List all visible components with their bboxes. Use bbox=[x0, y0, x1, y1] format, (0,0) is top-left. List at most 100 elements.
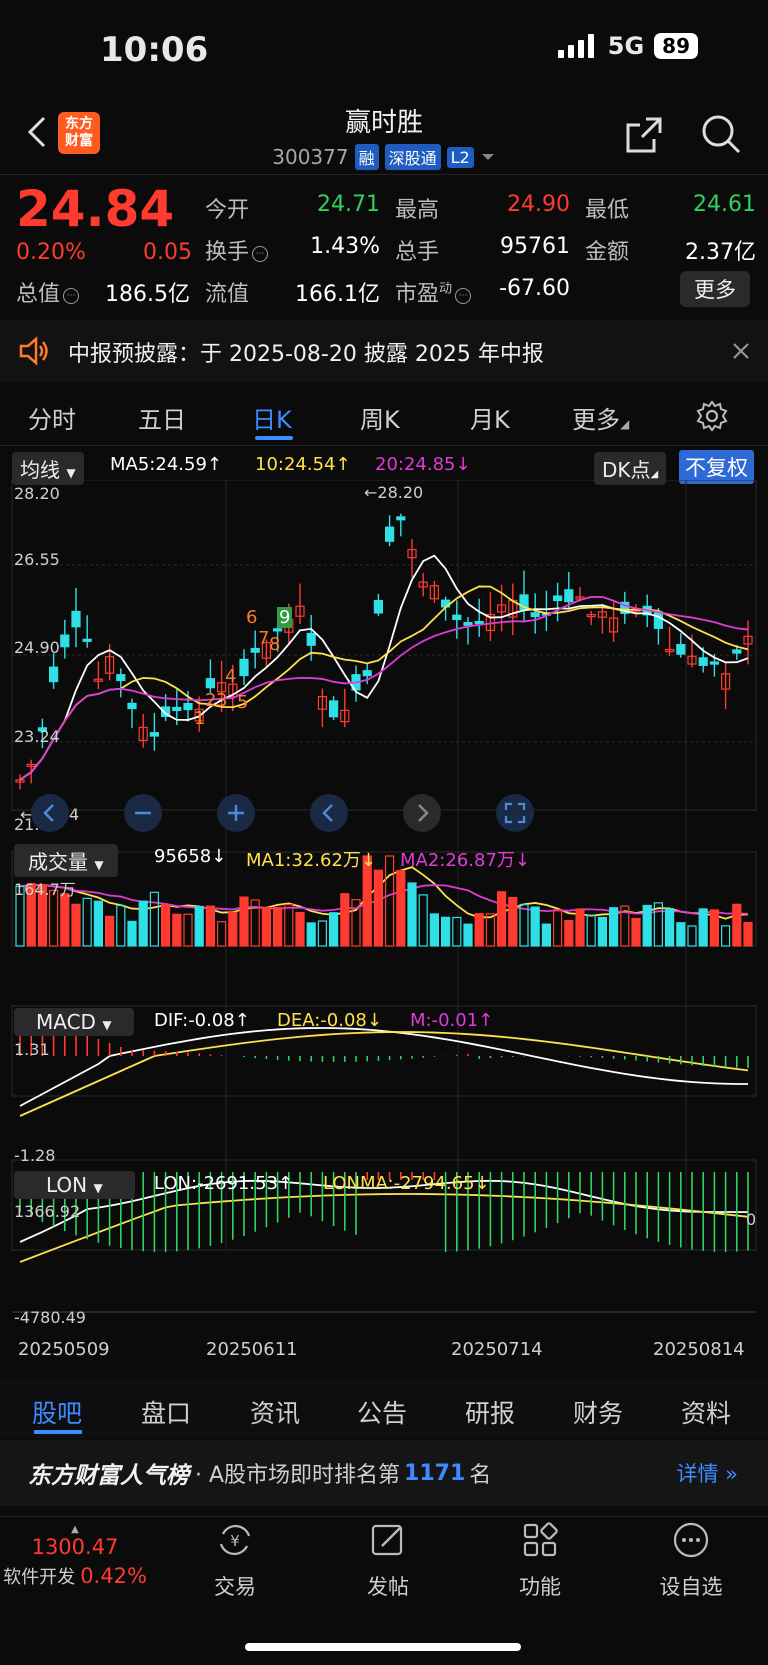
tag-connect: 深股通 bbox=[384, 144, 441, 170]
ma5-line bbox=[19, 554, 749, 781]
volume-bar bbox=[485, 913, 495, 947]
pe-value: -67.60 bbox=[499, 276, 570, 301]
rank-suffix: 名 bbox=[469, 1463, 492, 1488]
edit-icon bbox=[371, 1524, 403, 1556]
tag-margin: 融 bbox=[354, 144, 379, 170]
search-icon[interactable] bbox=[700, 113, 742, 155]
date-1: 20250509 bbox=[18, 1339, 110, 1360]
signal-8: 8 bbox=[269, 634, 281, 655]
tab-news[interactable]: 资讯 bbox=[250, 1394, 300, 1430]
volume-bar bbox=[608, 907, 619, 947]
candle-body bbox=[71, 610, 81, 628]
close-icon[interactable] bbox=[732, 342, 750, 360]
y-label-3: 24.90 bbox=[14, 638, 60, 657]
volume-bar bbox=[239, 896, 249, 947]
bottom-tab-indicator bbox=[34, 1430, 82, 1434]
index-widget[interactable]: ▲ 1300.47 软件开发 0.42% bbox=[0, 1524, 150, 1589]
chevron-left-icon[interactable] bbox=[309, 793, 349, 833]
nav-post[interactable]: 发帖 bbox=[333, 1520, 443, 1601]
fullscreen-icon[interactable] bbox=[495, 793, 535, 833]
float-cap-value: 166.1亿 bbox=[295, 282, 380, 307]
svg-text:¥: ¥ bbox=[230, 1532, 240, 1550]
chevron-right-icon[interactable] bbox=[402, 793, 442, 833]
candle-body bbox=[250, 647, 260, 653]
volume-bar bbox=[217, 921, 227, 947]
candle-body bbox=[149, 732, 159, 737]
more-button[interactable]: 更多 bbox=[680, 271, 750, 307]
volume-bar bbox=[284, 904, 294, 947]
candle-body bbox=[60, 634, 70, 648]
zoom-in-icon[interactable] bbox=[216, 793, 256, 833]
caret-down-icon bbox=[481, 154, 494, 160]
volume-bar bbox=[373, 869, 383, 947]
tab-forum[interactable]: 股吧 bbox=[32, 1394, 82, 1430]
tab-monthly-k[interactable]: 月K bbox=[470, 400, 510, 435]
share-icon[interactable] bbox=[624, 115, 664, 155]
candle-body bbox=[205, 678, 215, 689]
signal-2: 2 bbox=[205, 690, 217, 711]
home-indicator[interactable] bbox=[245, 1643, 521, 1651]
volume-selector[interactable]: 成交量 ▼ bbox=[14, 844, 118, 877]
kline-chart[interactable] bbox=[0, 480, 768, 1375]
zoom-out-icon[interactable] bbox=[123, 793, 163, 833]
tab-intraday[interactable]: 分时 bbox=[28, 400, 76, 435]
candle-body bbox=[698, 657, 708, 666]
speaker-icon bbox=[19, 336, 48, 366]
volume-bar bbox=[295, 911, 305, 947]
high-value: 24.90 bbox=[507, 192, 570, 217]
volume-bar bbox=[519, 903, 529, 947]
more-dots-icon bbox=[673, 1522, 709, 1558]
tab-5day[interactable]: 五日 bbox=[138, 400, 186, 435]
volume-bar bbox=[194, 905, 204, 947]
divider bbox=[0, 174, 768, 175]
volume-bar bbox=[306, 922, 316, 947]
candle-body bbox=[127, 702, 137, 710]
tab-finance[interactable]: 财务 bbox=[573, 1394, 623, 1430]
lonma-line bbox=[19, 1193, 749, 1263]
lon-value: LON:-2691.53↑ bbox=[154, 1173, 294, 1194]
signal-7: 7 bbox=[258, 628, 270, 649]
signal-6: 6 bbox=[246, 607, 258, 628]
nav-functions[interactable]: 功能 bbox=[485, 1520, 595, 1601]
volume-bar bbox=[60, 893, 70, 947]
divider bbox=[0, 1516, 768, 1517]
volume-bar bbox=[530, 906, 540, 947]
tab-weekly-k[interactable]: 周K bbox=[360, 400, 400, 435]
network-type: 5G bbox=[607, 32, 645, 60]
volume-bar bbox=[508, 896, 518, 947]
low-label: 最低 bbox=[585, 198, 630, 223]
chart-controls bbox=[30, 793, 535, 833]
rank-brand: 东方财富人气榜 bbox=[28, 1463, 189, 1489]
y-label-2: 26.55 bbox=[14, 550, 60, 569]
volume-bar bbox=[261, 906, 271, 947]
left-arrow-icon[interactable] bbox=[30, 793, 70, 833]
rank-detail-link[interactable]: 详情 » bbox=[676, 1458, 738, 1488]
tab-more[interactable]: 更多◢ bbox=[572, 400, 629, 435]
tab-orderbook[interactable]: 盘口 bbox=[141, 1394, 191, 1430]
tab-announcements[interactable]: 公告 bbox=[357, 1394, 407, 1430]
ma10-value: 10:24.54↑ bbox=[255, 454, 351, 475]
ma20-line bbox=[19, 596, 749, 781]
volume-bar bbox=[340, 893, 350, 947]
volume-bar bbox=[541, 923, 552, 947]
gear-icon[interactable] bbox=[696, 400, 728, 432]
volume-bar bbox=[104, 915, 115, 947]
candle-body bbox=[239, 658, 249, 677]
low-value: 24.61 bbox=[693, 192, 756, 217]
tab-research[interactable]: 研报 bbox=[465, 1394, 515, 1430]
volume-ma2-line bbox=[19, 884, 749, 915]
yuan-exchange-icon: ¥ bbox=[219, 1524, 251, 1556]
nav-trade[interactable]: ¥ 交易 bbox=[180, 1520, 290, 1601]
nav-add-watchlist[interactable]: 设自选 bbox=[636, 1520, 746, 1601]
tab-profile[interactable]: 资料 bbox=[681, 1394, 731, 1430]
volume-bar bbox=[720, 925, 731, 947]
no-adjust-button[interactable]: 不复权 bbox=[679, 450, 754, 484]
rank-banner[interactable]: 东方财富人气榜 · A股市场即时排名第 1171 名 详情 » bbox=[0, 1440, 768, 1506]
lon-selector[interactable]: LON ▼ bbox=[14, 1171, 135, 1199]
volume-bar bbox=[575, 908, 585, 947]
notice-banner[interactable]: 中报预披露：于 2025-08-20 披露 2025 年中报 bbox=[0, 320, 768, 382]
macd-selector[interactable]: MACD ▼ bbox=[14, 1008, 134, 1036]
macd-dea: DEA:-0.08↓ bbox=[277, 1010, 382, 1031]
volume-bar bbox=[664, 908, 675, 947]
tab-daily-k[interactable]: 日K bbox=[252, 400, 292, 435]
